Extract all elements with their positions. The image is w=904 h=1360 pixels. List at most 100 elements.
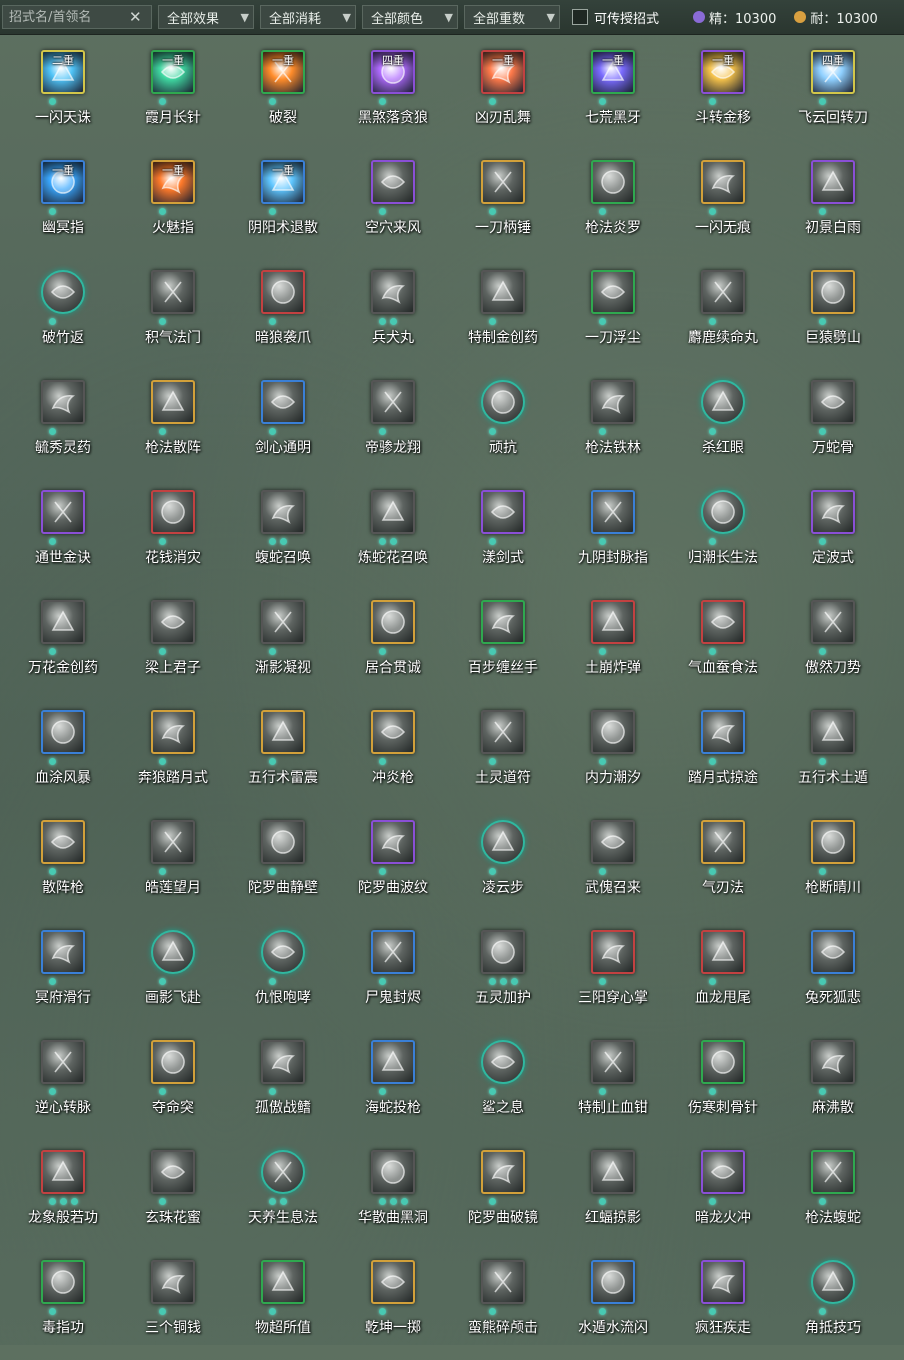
skill-icon[interactable] — [701, 160, 745, 204]
skill-icon[interactable] — [261, 380, 305, 424]
skill-icon[interactable] — [261, 930, 305, 974]
skill-card[interactable]: 冲炎枪 — [338, 700, 448, 810]
skill-card[interactable]: 空穴来风 — [338, 150, 448, 260]
skill-icon[interactable] — [41, 930, 85, 974]
skill-card[interactable]: 冥府滑行 — [8, 920, 118, 1030]
skill-card[interactable]: 花钱消灾 — [118, 480, 228, 590]
skill-card[interactable]: 枪法炎罗 — [558, 150, 668, 260]
skill-icon[interactable] — [591, 1260, 635, 1304]
skill-card[interactable]: 仇恨咆哮 — [228, 920, 338, 1030]
skill-card[interactable]: 气刃法 — [668, 810, 778, 920]
skill-card[interactable]: 陀罗曲破镜 — [448, 1140, 558, 1250]
skill-icon[interactable] — [481, 380, 525, 424]
skill-card[interactable]: 帝骖龙翔 — [338, 370, 448, 480]
skill-card[interactable]: 陀罗曲波纹 — [338, 810, 448, 920]
skill-card[interactable]: 逆心转脉 — [8, 1030, 118, 1140]
skill-icon[interactable]: 一重 — [261, 160, 305, 204]
skill-card[interactable]: 五行术雷震 — [228, 700, 338, 810]
skill-card[interactable]: 积气法门 — [118, 260, 228, 370]
skill-card[interactable]: 五行术土遁 — [778, 700, 888, 810]
skill-card[interactable]: 皓莲望月 — [118, 810, 228, 920]
skill-icon[interactable]: 四重 — [811, 50, 855, 94]
skill-card[interactable]: 渐影凝视 — [228, 590, 338, 700]
skill-card[interactable]: 气血蚕食法 — [668, 590, 778, 700]
skill-icon[interactable] — [811, 710, 855, 754]
skill-icon[interactable] — [371, 490, 415, 534]
skill-card[interactable]: 暗狼袭爪 — [228, 260, 338, 370]
skill-card[interactable]: 万蛇骨 — [778, 370, 888, 480]
skill-card[interactable]: 三阳穿心掌 — [558, 920, 668, 1030]
skill-card[interactable]: 一刀浮尘 — [558, 260, 668, 370]
skill-card[interactable]: 一重 阴阳术退散 — [228, 150, 338, 260]
skill-card[interactable]: 一重 斗转金移 — [668, 40, 778, 150]
skill-card[interactable]: 麝鹿续命丸 — [668, 260, 778, 370]
skill-card[interactable]: 一重 霞月长针 — [118, 40, 228, 150]
skill-icon[interactable] — [261, 710, 305, 754]
skill-icon[interactable] — [261, 1260, 305, 1304]
skill-icon[interactable]: 一重 — [41, 160, 85, 204]
skill-icon[interactable] — [371, 1260, 415, 1304]
skill-icon[interactable] — [591, 270, 635, 314]
skill-card[interactable]: 一重 破裂 — [228, 40, 338, 150]
skill-icon[interactable] — [261, 600, 305, 644]
skill-card[interactable]: 巨猿劈山 — [778, 260, 888, 370]
skill-icon[interactable] — [371, 380, 415, 424]
skill-card[interactable]: 万花金创药 — [8, 590, 118, 700]
skill-icon[interactable] — [371, 600, 415, 644]
skill-icon[interactable] — [371, 1040, 415, 1084]
skill-icon[interactable] — [41, 710, 85, 754]
skill-card[interactable]: 角抵技巧 — [778, 1250, 888, 1360]
skill-icon[interactable] — [591, 380, 635, 424]
skill-card[interactable]: 孤傲战鳍 — [228, 1030, 338, 1140]
skill-card[interactable]: 归潮长生法 — [668, 480, 778, 590]
skill-icon[interactable] — [481, 1260, 525, 1304]
skill-icon[interactable] — [481, 160, 525, 204]
skill-icon[interactable] — [151, 820, 195, 864]
skill-card[interactable]: 枪法散阵 — [118, 370, 228, 480]
skill-icon[interactable] — [371, 270, 415, 314]
skill-icon[interactable] — [591, 930, 635, 974]
skill-card[interactable]: 一重 火魅指 — [118, 150, 228, 260]
skill-icon[interactable] — [371, 930, 415, 974]
skill-icon[interactable] — [41, 820, 85, 864]
skill-icon[interactable] — [811, 270, 855, 314]
skill-icon[interactable] — [701, 490, 745, 534]
skill-icon[interactable] — [481, 710, 525, 754]
search-input[interactable] — [7, 8, 129, 26]
skill-icon[interactable] — [701, 930, 745, 974]
skill-card[interactable]: 百步缠丝手 — [448, 590, 558, 700]
skill-icon[interactable] — [41, 270, 85, 314]
skill-icon[interactable] — [591, 820, 635, 864]
skill-icon[interactable] — [701, 380, 745, 424]
skill-card[interactable]: 蛮熊碎颅击 — [448, 1250, 558, 1360]
skill-card[interactable]: 一刀柄锤 — [448, 150, 558, 260]
skill-icon[interactable] — [371, 820, 415, 864]
skill-icon[interactable] — [41, 1150, 85, 1194]
skill-card[interactable]: 破竹返 — [8, 260, 118, 370]
skill-card[interactable]: 凌云步 — [448, 810, 558, 920]
skill-icon[interactable] — [481, 930, 525, 974]
skill-icon[interactable] — [41, 1040, 85, 1084]
skill-card[interactable]: 兵犬丸 — [338, 260, 448, 370]
skill-card[interactable]: 散阵枪 — [8, 810, 118, 920]
skill-card[interactable]: 踏月式掠途 — [668, 700, 778, 810]
skill-icon[interactable] — [151, 1260, 195, 1304]
skill-icon[interactable]: 一重 — [151, 50, 195, 94]
skill-icon[interactable] — [811, 930, 855, 974]
skill-card[interactable]: 一重 七荒黑牙 — [558, 40, 668, 150]
skill-icon[interactable] — [481, 270, 525, 314]
skill-card[interactable]: 水遁水流闪 — [558, 1250, 668, 1360]
skill-card[interactable]: 土灵道符 — [448, 700, 558, 810]
skill-card[interactable]: 三个铜钱 — [118, 1250, 228, 1360]
skill-icon[interactable] — [261, 490, 305, 534]
skill-icon[interactable] — [701, 1150, 745, 1194]
skill-icon[interactable] — [481, 1040, 525, 1084]
skill-card[interactable]: 伤寒刺骨针 — [668, 1030, 778, 1140]
skill-icon[interactable] — [811, 1150, 855, 1194]
skill-card[interactable]: 顽抗 — [448, 370, 558, 480]
skill-icon[interactable] — [151, 380, 195, 424]
skill-icon[interactable] — [151, 710, 195, 754]
skill-icon[interactable] — [41, 600, 85, 644]
skill-icon[interactable] — [261, 270, 305, 314]
skill-card[interactable]: 炼蛇花召唤 — [338, 480, 448, 590]
